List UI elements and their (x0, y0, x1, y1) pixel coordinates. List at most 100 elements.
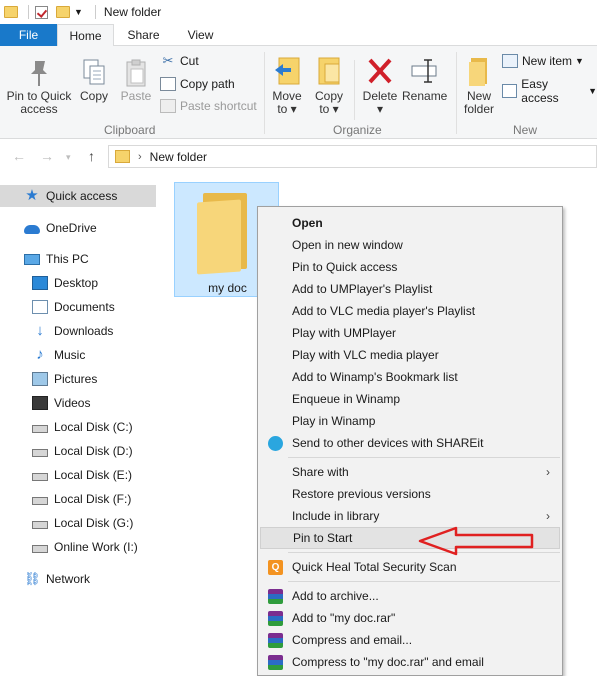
new-folder-icon[interactable] (56, 6, 70, 18)
menu-item-add-archive[interactable]: Add to archive... (260, 585, 560, 607)
tab-view[interactable]: View (172, 24, 229, 46)
nav-item-desktop[interactable]: Desktop (0, 272, 156, 294)
network-icon: ⛓ (24, 571, 41, 586)
download-icon: ↓ (36, 322, 44, 339)
menu-item-compress-email[interactable]: Compress and email... (260, 629, 560, 651)
menu-item-label: Quick Heal Total Security Scan (292, 560, 457, 574)
paste-shortcut-icon (160, 99, 176, 113)
nav-item-documents[interactable]: Documents (0, 296, 156, 318)
copy-to-label-2: to ▾ (319, 102, 339, 116)
nav-item-this-pc[interactable]: This PC (0, 248, 156, 270)
new-item-icon (502, 54, 518, 68)
move-to-icon (275, 57, 300, 85)
menu-item-send-shareit[interactable]: Send to other devices with SHAREit (260, 432, 560, 454)
copy-to-button[interactable]: Copy to ▾ (312, 54, 346, 116)
divider (354, 60, 355, 120)
tab-share[interactable]: Share (115, 24, 172, 46)
nav-item-onedrive[interactable]: OneDrive (0, 217, 156, 239)
pictures-icon (32, 372, 48, 386)
nav-item-label: Online Work (I:) (54, 540, 138, 554)
delete-icon (368, 58, 392, 84)
chevron-right-icon: › (546, 509, 550, 523)
address-bar[interactable]: › New folder (108, 145, 597, 168)
menu-item-include-library[interactable]: Include in library › (260, 505, 560, 527)
menu-item-open-new-window[interactable]: Open in new window (260, 234, 560, 256)
back-arrow-icon[interactable]: ← (12, 148, 26, 164)
nav-item-label: Local Disk (D:) (54, 444, 133, 458)
properties-icon[interactable] (35, 5, 48, 19)
up-arrow-icon[interactable]: ↑ (88, 148, 95, 164)
copy-button[interactable]: Copy (76, 58, 112, 103)
tab-file[interactable]: File (0, 24, 57, 46)
menu-item-add-vlc-playlist[interactable]: Add to VLC media player's Playlist (260, 300, 560, 322)
nav-item-local-disk-c[interactable]: Local Disk (C:) (0, 416, 156, 438)
menu-item-label: Add to "my doc.rar" (292, 611, 396, 625)
chevron-down-icon: ▼ (588, 86, 597, 96)
cut-button[interactable]: ✂ Cut (160, 54, 199, 69)
folder-icon (197, 193, 249, 275)
pin-to-quick-access-button[interactable]: Pin to Quick access (4, 58, 74, 116)
menu-item-pin-quick-access[interactable]: Pin to Quick access (260, 256, 560, 278)
copy-path-label: Copy path (180, 77, 235, 91)
nav-item-online-work[interactable]: Online Work (I:) (0, 536, 156, 558)
nav-item-videos[interactable]: Videos (0, 392, 156, 414)
new-group-label: New (513, 123, 538, 137)
move-to-label-2: to ▾ (277, 102, 297, 116)
nav-item-label: Desktop (54, 276, 99, 290)
navigation-pane: ★ Quick access OneDrive This PC Desktop … (0, 175, 160, 676)
documents-icon (32, 300, 48, 314)
nav-item-downloads[interactable]: ↓ Downloads (0, 320, 156, 342)
chevron-down-icon[interactable]: ▼ (74, 7, 83, 17)
recent-locations-chevron-icon[interactable]: ▾ (66, 152, 71, 163)
divider (264, 52, 265, 134)
nav-item-music[interactable]: ♪ Music (0, 344, 156, 366)
tab-home[interactable]: Home (57, 24, 114, 47)
nav-item-label: Music (54, 348, 86, 362)
menu-item-quick-heal-scan[interactable]: Q Quick Heal Total Security Scan (260, 556, 560, 578)
menu-item-restore-versions[interactable]: Restore previous versions (260, 483, 560, 505)
address-row: ← → ▾ ↑ › New folder (0, 139, 597, 175)
menu-item-enqueue-winamp[interactable]: Enqueue in Winamp (260, 388, 560, 410)
nav-item-local-disk-g[interactable]: Local Disk (G:) (0, 512, 156, 534)
delete-button[interactable]: Delete ▾ (360, 54, 400, 116)
nav-item-label: Quick access (46, 189, 118, 203)
easy-access-button[interactable]: Easy access ▼ (502, 77, 597, 105)
new-item-label: New item (522, 54, 573, 68)
nav-item-local-disk-f[interactable]: Local Disk (F:) (0, 488, 156, 510)
menu-item-compress-rar-email[interactable]: Compress to "my doc.rar" and email (260, 651, 560, 673)
nav-item-quick-access[interactable]: ★ Quick access (0, 185, 156, 207)
copy-icon (83, 59, 105, 85)
nav-item-local-disk-d[interactable]: Local Disk (D:) (0, 440, 156, 462)
move-to-button[interactable]: Move to ▾ (270, 54, 304, 116)
menu-item-label: Send to other devices with SHAREit (292, 436, 484, 450)
annotation-arrow-icon (418, 526, 534, 556)
nav-item-local-disk-e[interactable]: Local Disk (E:) (0, 464, 156, 486)
nav-item-label: Network (46, 572, 91, 586)
menu-item-open[interactable]: Open (260, 212, 560, 234)
nav-item-label: Downloads (54, 324, 114, 338)
new-folder-button[interactable]: New folder (460, 54, 498, 116)
menu-item-add-rar[interactable]: Add to "my doc.rar" (260, 607, 560, 629)
new-item-button[interactable]: New item ▼ (502, 54, 584, 68)
organize-group-label: Organize (333, 123, 382, 137)
copy-path-button[interactable]: Copy path (160, 77, 235, 91)
menu-item-winamp-bookmark[interactable]: Add to Winamp's Bookmark list (260, 366, 560, 388)
videos-icon (32, 396, 48, 410)
paste-shortcut-button[interactable]: Paste shortcut (160, 99, 257, 113)
winrar-icon (268, 633, 283, 648)
nav-item-network[interactable]: ⛓ Network (0, 568, 156, 590)
chevron-right-icon[interactable]: › (138, 151, 142, 163)
menu-item-play-vlc[interactable]: Play with VLC media player (260, 344, 560, 366)
rename-button[interactable]: Rename (402, 54, 447, 103)
menu-item-play-winamp[interactable]: Play in Winamp (260, 410, 560, 432)
menu-item-play-umplayer[interactable]: Play with UMPlayer (260, 322, 560, 344)
paste-label: Paste (120, 89, 152, 103)
disk-icon (32, 545, 48, 553)
paste-button[interactable]: Paste (116, 58, 156, 103)
forward-arrow-icon[interactable]: → (40, 148, 54, 164)
copy-path-icon (160, 77, 176, 91)
menu-item-label: Share with (292, 465, 349, 479)
nav-item-pictures[interactable]: Pictures (0, 368, 156, 390)
menu-item-add-umplayer-playlist[interactable]: Add to UMPlayer's Playlist (260, 278, 560, 300)
menu-item-share-with[interactable]: Share with › (260, 461, 560, 483)
